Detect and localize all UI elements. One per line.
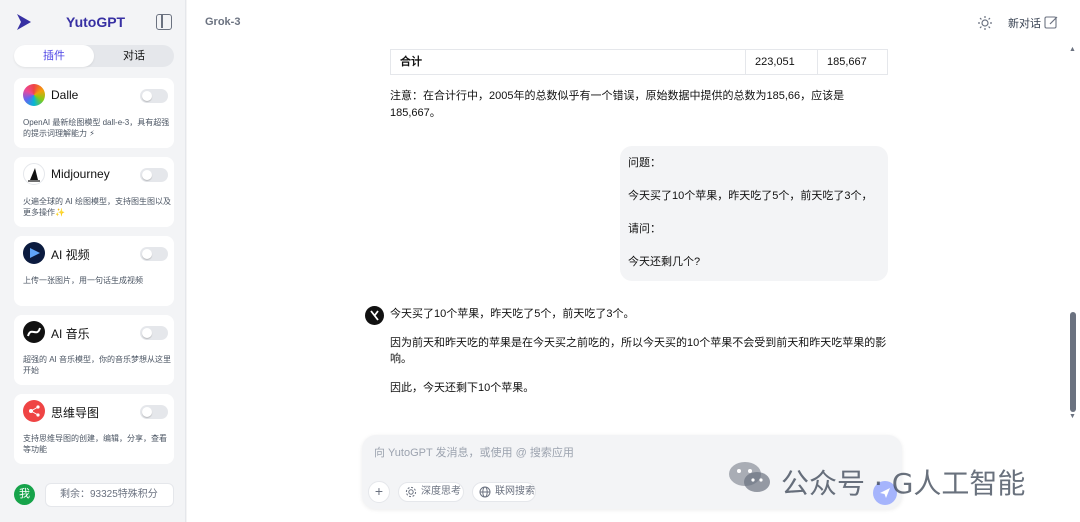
gear-icon (405, 486, 417, 498)
message-line: 今天买了10个苹果，昨天吃了5个，前天吃了3个， (628, 190, 873, 202)
tab-chat[interactable]: 对话 (94, 45, 174, 67)
dalle-gradient-icon (23, 84, 45, 106)
plugin-card-video[interactable]: AI 视频 上传一张图片，用一句话生成视频 (14, 236, 174, 306)
globe-icon (479, 486, 491, 498)
quota-display: 剩余：93325特殊积分 (45, 483, 174, 507)
assistant-message: 今天买了10个苹果，昨天吃了5个，前天吃了3个。 因为前天和昨天吃的苹果是在今天… (390, 306, 888, 409)
add-attachment-button[interactable]: + (368, 481, 390, 503)
watermark-text: 公众号 · G人工智能 (781, 467, 1026, 500)
web-search-button[interactable]: 联网搜索 (472, 482, 536, 502)
table-row: 合计 223,051 185,667 (390, 49, 888, 75)
sidebar: YutoGPT 插件 对话 Dalle OpenAI 最新绘图模型 dall-e… (0, 0, 186, 522)
plugin-toggle[interactable] (140, 326, 168, 340)
tab-plugins[interactable]: 插件 (14, 45, 94, 67)
user-message-bubble: 问题： 今天买了10个苹果，昨天吃了5个，前天吃了3个， 请问： 今天还剩几个? (620, 146, 888, 281)
plugin-name: AI 视频 (51, 248, 90, 262)
message-line: 今天还剩几个? (628, 256, 701, 268)
message-line: 因为前天和昨天吃的苹果是在今天买之前吃的，所以今天买的10个苹果不会受到前天和昨… (390, 337, 887, 365)
plugin-toggle[interactable] (140, 405, 168, 419)
scrollbar-thumb[interactable] (1070, 312, 1076, 412)
sidebar-tabs: 插件 对话 (14, 45, 174, 67)
table-cell-value: 223,051 (746, 50, 818, 74)
plugin-desc: OpenAI 最新绘图模型 dall-e-3，具有超强的提示词理解能力 ⚡ (23, 118, 170, 138)
brand-logo-icon (17, 14, 31, 30)
edit-icon[interactable] (1044, 15, 1059, 30)
plugin-name: Dalle (51, 88, 79, 102)
plugin-name: AI 音乐 (51, 327, 90, 341)
model-selector[interactable]: Grok-3 (205, 16, 240, 28)
music-icon (23, 321, 45, 343)
plugin-toggle[interactable] (140, 247, 168, 261)
midjourney-sail-icon (23, 163, 45, 185)
assistant-note: 注意：在合计行中，2005年的总数似乎有一个错误，原始数据中提供的总数为185,… (390, 90, 845, 119)
plugin-card-midjourney[interactable]: Midjourney 火遍全球的 AI 绘图模型，支持图生图以及更多操作✨ (14, 157, 174, 227)
deep-think-label: 深度思考 (421, 486, 461, 497)
video-icon (23, 242, 45, 264)
plugin-toggle[interactable] (140, 168, 168, 182)
avatar[interactable]: 我 (14, 484, 35, 505)
plugin-toggle[interactable] (140, 89, 168, 103)
plugin-name: Midjourney (51, 167, 110, 181)
web-search-label: 联网搜索 (495, 486, 535, 497)
new-chat-button[interactable]: 新对话 (1008, 15, 1041, 31)
plugin-card-dalle[interactable]: Dalle OpenAI 最新绘图模型 dall-e-3，具有超强的提示词理解能… (14, 78, 174, 148)
plugin-desc: 火遍全球的 AI 绘图模型，支持图生图以及更多操作✨ (23, 197, 172, 217)
message-line: 因此，今天还剩下10个苹果。 (390, 382, 535, 394)
message-line: 今天买了10个苹果，昨天吃了5个，前天吃了3个。 (390, 308, 635, 320)
table-cell-label: 合计 (391, 50, 746, 74)
message-line: 请问： (628, 223, 661, 235)
plugin-desc: 支持思维导图的创建，编辑，分享，查看等功能 (23, 434, 167, 454)
sidebar-toggle-icon[interactable] (156, 14, 172, 30)
brand-name: YutoGPT (66, 14, 126, 30)
plugin-desc: 上传一张图片，用一句话生成视频 (23, 276, 143, 285)
chat-main: Grok-3 新对话 合计 223,051 185,667 注意：在合计行中，2… (187, 0, 1080, 522)
message-line: 问题： (628, 157, 661, 169)
brand: YutoGPT (14, 12, 174, 34)
plugin-desc: 超强的 AI 音乐模型，你的音乐梦想从这里开始 (23, 355, 172, 375)
grok-logo-icon (365, 306, 384, 325)
plugin-name: 思维导图 (51, 406, 100, 420)
deep-think-button[interactable]: 深度思考 (398, 482, 464, 502)
watermark: 公众号 · G人工智能 (727, 458, 1057, 500)
sun-icon[interactable] (977, 15, 993, 31)
table-cell-value: 185,667 (827, 56, 867, 68)
wechat-icon (729, 462, 770, 492)
scroll-up-arrow-icon[interactable]: ▲ (1069, 46, 1076, 53)
mindmap-icon (23, 400, 45, 422)
plugin-card-mindmap[interactable]: 思维导图 支持思维导图的创建，编辑，分享，查看等功能 (14, 394, 174, 464)
scroll-down-arrow-icon[interactable]: ▼ (1069, 413, 1076, 420)
plugin-card-music[interactable]: AI 音乐 超强的 AI 音乐模型，你的音乐梦想从这里开始 (14, 315, 174, 385)
